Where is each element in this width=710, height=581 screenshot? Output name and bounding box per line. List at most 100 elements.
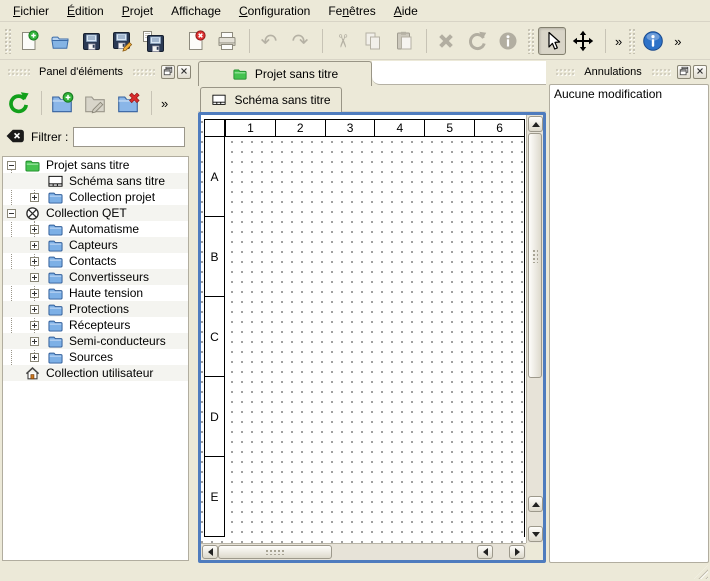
close-panel-button[interactable] [177, 65, 191, 79]
edit-category-button[interactable] [80, 88, 110, 118]
elements-panel-titlebar[interactable]: Panel d'éléments [0, 62, 194, 82]
save-all-button[interactable] [139, 27, 167, 55]
tree-item-contacts[interactable]: Contacts [3, 253, 188, 269]
resize-grip[interactable] [694, 565, 708, 579]
tree-item-recepteurs[interactable]: Récepteurs [3, 317, 188, 333]
collapse-icon[interactable] [7, 161, 16, 170]
new-document-button[interactable] [15, 27, 43, 55]
column-label: 5 [424, 120, 474, 137]
expand-icon[interactable] [30, 353, 39, 362]
print-button[interactable] [213, 27, 241, 55]
undo-list-item[interactable]: Aucune modification [550, 85, 708, 103]
tree-item-haute-tension[interactable]: Haute tension [3, 285, 188, 301]
expand-icon[interactable] [30, 273, 39, 282]
tools-overflow-button[interactable]: » [611, 34, 626, 49]
expand-icon[interactable] [30, 289, 39, 298]
horizontal-scrollbar[interactable] [201, 543, 526, 560]
rotate-button[interactable] [463, 27, 491, 55]
tree-item-capteurs[interactable]: Capteurs [3, 237, 188, 253]
collapse-icon[interactable] [7, 209, 16, 218]
menu-edition[interactable]: Édition [58, 1, 113, 21]
toolbar-handle[interactable] [628, 28, 635, 54]
element-info-button[interactable] [494, 27, 522, 55]
float-panel-button[interactable] [161, 65, 175, 79]
filter-input[interactable] [73, 127, 185, 147]
menu-projet[interactable]: Projet [113, 1, 162, 21]
tree-item-collection-utilisateur[interactable]: Collection utilisateur [3, 365, 188, 381]
sheet-corner-cell [205, 120, 224, 137]
tree-item-label: Collection utilisateur [46, 366, 153, 380]
panel-overflow-button[interactable]: » [157, 96, 172, 111]
cut-button[interactable]: ✂ [328, 27, 356, 55]
undo-panel-titlebar[interactable]: Annulations [548, 62, 710, 82]
scroll-down-button[interactable] [528, 526, 543, 542]
menu-affichage[interactable]: Affichage [162, 1, 230, 21]
delete-button[interactable] [432, 27, 460, 55]
dock-grip [651, 68, 671, 76]
toolbar-separator [249, 29, 250, 53]
dock-grip [555, 68, 575, 76]
tab-bar-empty-area [372, 61, 546, 85]
redo-button[interactable]: ↷ [286, 27, 314, 55]
expand-icon[interactable] [30, 305, 39, 314]
scroll-left-button-2[interactable] [477, 545, 493, 559]
elements-tree: Projet sans titreSchéma sans titreCollec… [2, 156, 189, 561]
menu-fichier[interactable]: Fichier [4, 1, 58, 21]
save-as-button[interactable] [108, 27, 136, 55]
info-overflow-button[interactable]: » [670, 34, 685, 49]
menu-configuration[interactable]: Configuration [230, 1, 319, 21]
toolbar-handle[interactable] [527, 28, 534, 54]
expand-icon[interactable] [30, 225, 39, 234]
tree-item-sources[interactable]: Sources [3, 349, 188, 365]
toolbar-handle[interactable] [4, 28, 11, 54]
selection-mode-button[interactable] [538, 27, 566, 55]
tree-item-convertisseurs[interactable]: Convertisseurs [3, 269, 188, 285]
expand-icon[interactable] [30, 257, 39, 266]
tree-item-collection-projet[interactable]: Collection projet [3, 189, 188, 205]
tree-item-projet-sans-titre[interactable]: Projet sans titre [3, 157, 188, 173]
float-undo-panel-button[interactable] [677, 65, 691, 79]
expand-icon[interactable] [30, 241, 39, 250]
cut-icon: ✂ [334, 32, 349, 50]
toolbar-separator [151, 91, 152, 115]
tab-schema[interactable]: Schéma sans titre [200, 87, 342, 112]
schema-icon [48, 174, 63, 189]
toolbar-separator [605, 29, 606, 53]
clear-filter-button[interactable] [5, 128, 25, 147]
scroll-up-button-2[interactable] [528, 496, 543, 512]
delete-category-button[interactable] [113, 88, 143, 118]
menu-aide[interactable]: Aide [385, 1, 427, 21]
expand-icon[interactable] [30, 321, 39, 330]
open-project-button[interactable] [46, 27, 74, 55]
expand-icon[interactable] [30, 193, 39, 202]
vertical-scroll-thumb[interactable] [528, 133, 542, 378]
about-info-button[interactable] [639, 27, 667, 55]
paste-button[interactable] [390, 27, 418, 55]
reload-collections-button[interactable] [3, 88, 33, 118]
save-icon [80, 30, 102, 52]
scroll-up-button[interactable] [528, 116, 543, 132]
save-button[interactable] [77, 27, 105, 55]
expander-spacer [30, 177, 39, 186]
vertical-scrollbar[interactable] [526, 115, 543, 543]
pan-mode-button[interactable] [569, 27, 597, 55]
close-document-button[interactable] [182, 27, 210, 55]
tab-project[interactable]: Projet sans titre [198, 61, 372, 86]
blue-folder-icon [48, 302, 63, 317]
schema-canvas[interactable]: 123456 ABCDE [201, 115, 526, 543]
tree-item-label: Protections [69, 302, 129, 316]
scroll-left-button[interactable] [202, 545, 218, 559]
scroll-right-button[interactable] [509, 545, 525, 559]
close-undo-panel-button[interactable] [693, 65, 707, 79]
menu-fenetres[interactable]: Fenêtres [319, 1, 384, 21]
horizontal-scroll-thumb[interactable] [218, 545, 332, 559]
tree-item-schema-sans-titre[interactable]: Schéma sans titre [3, 173, 188, 189]
tree-item-automatisme[interactable]: Automatisme [3, 221, 188, 237]
copy-button[interactable] [359, 27, 387, 55]
undo-button[interactable]: ↶ [255, 27, 283, 55]
expand-icon[interactable] [30, 337, 39, 346]
tree-item-protections[interactable]: Protections [3, 301, 188, 317]
tree-item-collection-qet[interactable]: Collection QET [3, 205, 188, 221]
new-category-button[interactable] [47, 88, 77, 118]
tree-item-semi-conducteurs[interactable]: Semi-conducteurs [3, 333, 188, 349]
